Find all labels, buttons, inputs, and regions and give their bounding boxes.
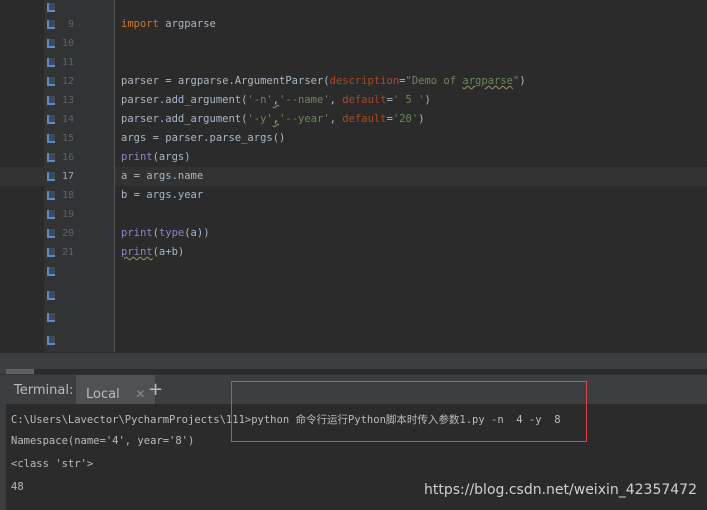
bookmark-icon[interactable] bbox=[47, 39, 55, 48]
code-line-9[interactable]: import argparse bbox=[121, 15, 216, 34]
line-number: 13 bbox=[61, 95, 74, 106]
line-number: 19 bbox=[61, 209, 74, 220]
code-text: parser = argparse.ArgumentParser( bbox=[121, 75, 330, 87]
watermark: https://blog.csdn.net/weixin_42357472 bbox=[423, 482, 697, 498]
string-literal: '--year' bbox=[279, 113, 330, 125]
string-literal: '-y' bbox=[247, 113, 273, 125]
code-text: , bbox=[329, 94, 343, 106]
bookmark-icon[interactable] bbox=[47, 153, 55, 162]
bookmark-icon[interactable] bbox=[47, 20, 55, 29]
code-text: (a)) bbox=[184, 227, 210, 239]
code-line-21[interactable]: print(a+b) bbox=[121, 243, 184, 262]
bookmark-icon[interactable] bbox=[47, 248, 55, 257]
line-number: 12 bbox=[61, 76, 74, 87]
bookmark-icon[interactable] bbox=[47, 313, 55, 322]
terminal-line: <class 'str'> bbox=[11, 458, 94, 470]
code-text: ) bbox=[519, 75, 526, 87]
code-line-14[interactable]: parser.add_argument('-y','--year', defau… bbox=[121, 110, 425, 129]
string-literal: "Demo of bbox=[405, 75, 463, 87]
terminal-line: Namespace(name='4', year='8') bbox=[11, 435, 195, 447]
bookmark-icon[interactable] bbox=[47, 115, 55, 124]
code-text: (args) bbox=[152, 151, 191, 163]
line-number: 10 bbox=[61, 38, 74, 49]
bookmark-icon[interactable] bbox=[47, 58, 55, 67]
code-text: parser.add_argument( bbox=[121, 113, 248, 125]
line-number: 15 bbox=[61, 133, 74, 144]
string-literal: '-n' bbox=[247, 94, 273, 106]
bookmark-icon[interactable] bbox=[47, 210, 55, 219]
bookmark-icon[interactable] bbox=[47, 267, 55, 276]
bookmark-icon[interactable] bbox=[47, 336, 55, 345]
horizontal-scrollbar[interactable] bbox=[0, 352, 707, 369]
line-number: 21 bbox=[61, 247, 74, 258]
code-line-12[interactable]: parser = argparse.ArgumentParser(descrip… bbox=[121, 72, 526, 91]
bookmark-icon[interactable] bbox=[47, 134, 55, 143]
builtin-function: print bbox=[121, 151, 153, 163]
code-editor[interactable]: 9 10 11 12 13 14 15 16 17 18 19 20 21 im… bbox=[0, 0, 707, 368]
string-literal: '20' bbox=[392, 113, 419, 125]
add-tab-icon[interactable]: + bbox=[148, 379, 163, 400]
param-name: default bbox=[342, 94, 387, 106]
terminal-line: 48 bbox=[11, 481, 24, 493]
code-text: argparse bbox=[158, 18, 216, 30]
code-text: (a+b) bbox=[152, 246, 185, 258]
bookmark-icon[interactable] bbox=[47, 191, 55, 200]
code-text: ) bbox=[424, 94, 431, 106]
line-number: 9 bbox=[67, 19, 74, 30]
bookmark-icon[interactable] bbox=[47, 229, 55, 238]
builtin-function: type bbox=[158, 227, 185, 239]
code-line-18[interactable]: b = args.year bbox=[121, 186, 203, 205]
code-line-17[interactable]: a = args.name bbox=[121, 167, 203, 186]
builtin-function: print bbox=[121, 246, 153, 258]
code-line-16[interactable]: print(args) bbox=[121, 148, 191, 167]
gutter-divider bbox=[114, 0, 115, 352]
bookmark-icon[interactable] bbox=[47, 96, 55, 105]
tab-local-label: Local bbox=[86, 387, 120, 402]
string-literal: '--name' bbox=[279, 94, 330, 106]
param-name: description bbox=[329, 75, 400, 87]
line-number-current: 17 bbox=[61, 171, 74, 182]
line-number: 18 bbox=[61, 190, 74, 201]
line-number: 14 bbox=[61, 114, 74, 125]
tab-local[interactable]: Local ✕ bbox=[76, 375, 156, 405]
code-line-13[interactable]: parser.add_argument('-n','--name', defau… bbox=[121, 91, 431, 110]
bookmark-icon[interactable] bbox=[47, 291, 55, 300]
line-number: 11 bbox=[61, 57, 74, 68]
code-text: , bbox=[329, 113, 343, 125]
string-literal-typo: argparse bbox=[462, 75, 513, 87]
bookmark-icon[interactable] bbox=[47, 3, 55, 12]
string-literal: ' 5 ' bbox=[392, 94, 425, 106]
line-number: 20 bbox=[61, 228, 74, 239]
terminal-title: Terminal: bbox=[14, 383, 74, 398]
keyword: import bbox=[121, 18, 159, 30]
bookmark-icon[interactable] bbox=[47, 77, 55, 86]
annotation-highlight-box bbox=[231, 381, 587, 442]
code-line-20[interactable]: print(type(a)) bbox=[121, 224, 210, 243]
line-number: 16 bbox=[61, 152, 74, 163]
param-name: default bbox=[342, 113, 387, 125]
code-text: ) bbox=[418, 113, 425, 125]
bookmark-icon[interactable] bbox=[47, 172, 55, 181]
builtin-function: print bbox=[121, 227, 153, 239]
code-line-15[interactable]: args = parser.parse_args() bbox=[121, 129, 285, 148]
code-text: parser.add_argument( bbox=[121, 94, 248, 106]
close-icon[interactable]: ✕ bbox=[135, 387, 145, 401]
